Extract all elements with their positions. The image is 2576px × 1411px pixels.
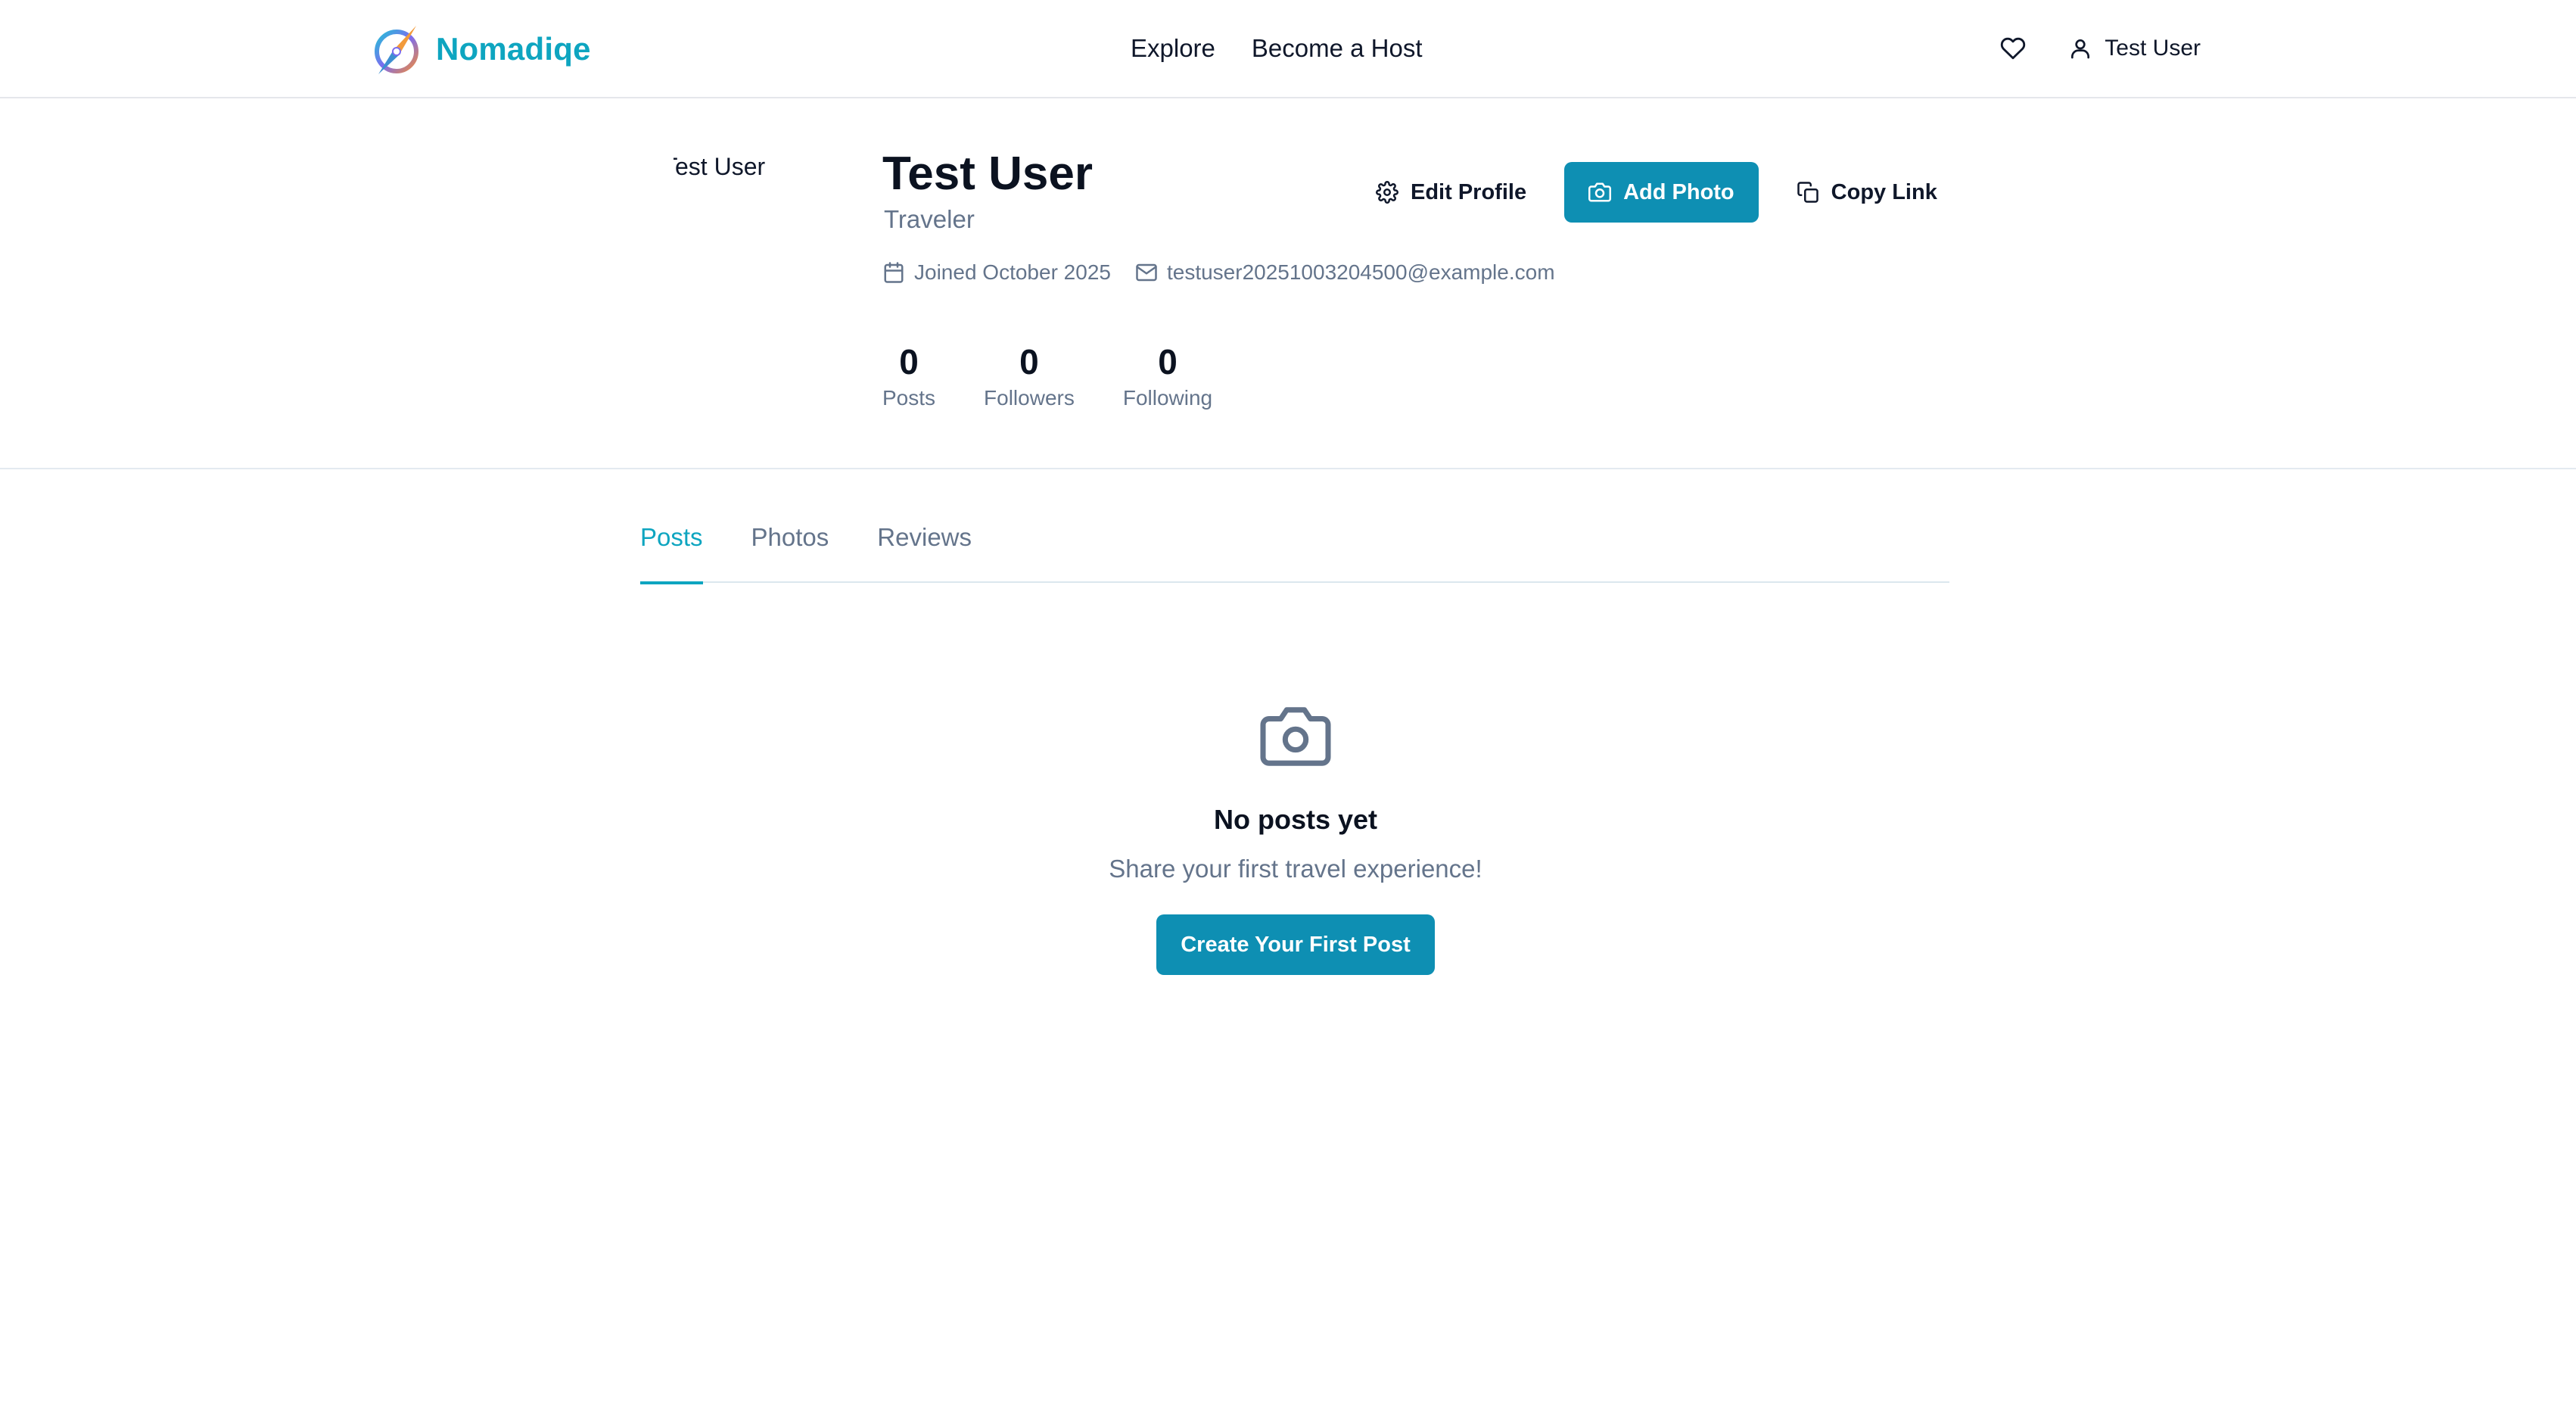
brand-logo-link[interactable]: Nomadiqe [372,21,591,77]
mail-icon [1136,263,1157,282]
heart-icon [2001,37,2026,60]
stat-label: Following [1122,386,1213,410]
avatar: Test User [674,153,810,183]
tab-posts[interactable]: Posts [640,500,703,584]
tab-photos[interactable]: Photos [751,500,829,583]
copy-link-button[interactable]: Copy Link [1783,162,1951,223]
joined-date: Joined October 2025 [882,260,1111,285]
brand-name: Nomadiqe [436,31,591,67]
stat-followers[interactable]: 0 Followers [984,341,1075,413]
email-text: testuser20251003204500@example.com [1166,260,1555,284]
stat-value: 0 [1019,342,1039,382]
header-actions: Test User [2000,29,2201,68]
copy-icon [1797,182,1818,203]
favorites-button[interactable] [2000,36,2026,61]
avatar-alt-text: Test User [674,153,766,180]
profile-tabs: Posts Photos Reviews [640,500,1949,584]
gear-icon [1376,181,1398,204]
stat-following[interactable]: 0 Following [1123,341,1212,413]
camera-icon [1260,707,1331,766]
copy-link-label: Copy Link [1831,179,1937,204]
nav-link-become-host[interactable]: Become a Host [1252,30,1423,67]
stat-value: 0 [1158,342,1178,382]
calendar-icon [884,262,904,283]
profile-header: Test User Test User Traveler Joined Octo… [0,98,2576,469]
empty-state: No posts yet Share your first travel exp… [1023,704,1568,975]
user-name-label: Test User [2105,36,2201,61]
profile-actions: Edit Profile Add Photo Copy Link [1362,162,1951,223]
profile-name: Test User [882,148,1093,200]
camera-icon [1588,182,1612,202]
profile-meta: Joined October 2025 testuser202510032045… [882,260,1555,285]
user-menu-button[interactable]: Test User [2068,29,2201,68]
empty-state-subtitle: Share your first travel experience! [1109,855,1482,883]
empty-state-title: No posts yet [1213,804,1378,835]
main-nav: Explore Become a Host [1131,30,1423,67]
stat-label: Followers [984,386,1075,410]
stat-posts[interactable]: 0 Posts [882,341,935,413]
edit-profile-button[interactable]: Edit Profile [1362,162,1540,223]
tab-reviews[interactable]: Reviews [877,500,972,583]
compass-logo-icon [375,26,418,74]
joined-text: Joined October 2025 [914,260,1111,284]
profile-stats: 0 Posts 0 Followers 0 Following [882,341,1212,413]
stat-value: 0 [899,342,919,382]
nav-link-explore[interactable]: Explore [1131,30,1215,67]
edit-profile-label: Edit Profile [1411,179,1527,204]
email: testuser20251003204500@example.com [1135,260,1555,285]
create-first-post-button[interactable]: Create Your First Post [1156,914,1435,975]
add-photo-label: Add Photo [1623,179,1734,204]
user-icon [2071,39,2090,59]
stat-label: Posts [882,386,936,410]
top-navigation-bar: Nomadiqe Explore Become a Host Test User [0,0,2576,98]
profile-role: Traveler [884,205,975,233]
add-photo-button[interactable]: Add Photo [1564,162,1759,223]
